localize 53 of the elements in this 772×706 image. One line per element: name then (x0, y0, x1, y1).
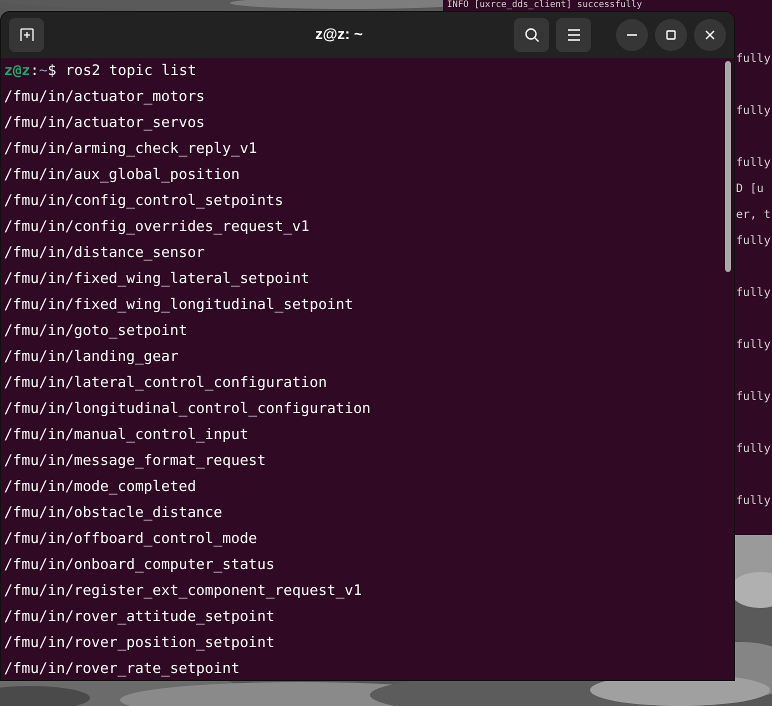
close-button[interactable] (694, 19, 726, 51)
log-line: fully (736, 50, 771, 66)
output-line: /fmu/in/goto_setpoint (4, 322, 188, 342)
output-line: /fmu/in/message_format_request (4, 452, 266, 472)
output-line: /fmu/in/rover_rate_setpoint (4, 660, 240, 680)
output-line: /fmu/in/onboard_computer_status (4, 556, 275, 576)
output-line: /fmu/in/config_control_setpoints (4, 192, 284, 212)
log-line: fully (736, 492, 771, 508)
output-line: /fmu/in/arming_check_reply_v1 (4, 140, 258, 160)
window-title: z@z: ~ (315, 24, 363, 45)
prompt-symbol: $ (48, 62, 56, 82)
minimize-icon (627, 34, 637, 36)
log-line: fully (736, 154, 771, 170)
menu-icon (566, 29, 580, 41)
output-line: /fmu/in/mode_completed (4, 478, 196, 498)
output-line: /fmu/in/actuator_servos (4, 114, 205, 134)
output-line: /fmu/in/lateral_control_configuration (4, 374, 328, 394)
output-line: /fmu/in/offboard_control_mode (4, 530, 258, 550)
log-line: fully (736, 284, 771, 300)
new-tab-button[interactable] (9, 18, 44, 52)
log-line: er, t (736, 206, 771, 222)
output-line: /fmu/in/distance_sensor (4, 244, 205, 264)
prompt-path: ~ (38, 62, 48, 82)
new-tab-icon (18, 27, 34, 43)
output-line: /fmu/in/aux_global_position (4, 166, 240, 186)
output-line: /fmu/in/rover_position_setpoint (4, 634, 275, 654)
output-line: /fmu/in/fixed_wing_longitudinal_setpoint (4, 296, 354, 316)
output-line: /fmu/in/fixed_wing_lateral_setpoint (4, 270, 310, 290)
close-icon (705, 30, 715, 40)
search-button[interactable] (514, 18, 549, 52)
prompt-user: z@z (4, 62, 30, 82)
scrollbar-thumb[interactable] (725, 61, 731, 272)
search-icon (524, 27, 540, 43)
log-line: INFO [uxrce_dds_client] successfully (447, 0, 642, 10)
output-line: /fmu/in/rover_attitude_setpoint (4, 608, 275, 628)
output-line: /fmu/in/landing_gear (4, 348, 179, 368)
log-line: fully (736, 232, 771, 248)
log-line: D [u (736, 180, 764, 196)
output-line: /fmu/in/register_ext_component_request_v1 (4, 582, 362, 602)
log-line: fully (736, 440, 771, 456)
menu-button[interactable] (556, 18, 591, 52)
log-line: fully (736, 102, 771, 118)
prompt-separator: : (30, 62, 39, 82)
log-line: fully (736, 388, 771, 404)
output-line: /fmu/in/actuator_motors (4, 88, 205, 108)
log-line: fully (736, 336, 771, 352)
maximize-button[interactable] (655, 19, 687, 51)
output-line: /fmu/in/obstacle_distance (4, 504, 222, 524)
command-text: ros2 topic list (65, 62, 196, 82)
maximize-icon (666, 30, 676, 40)
output-line: /fmu/in/manual_control_input (4, 426, 248, 446)
output-line: /fmu/in/config_overrides_request_v1 (4, 218, 310, 238)
output-line: /fmu/in/longitudinal_control_configuration (4, 400, 371, 420)
